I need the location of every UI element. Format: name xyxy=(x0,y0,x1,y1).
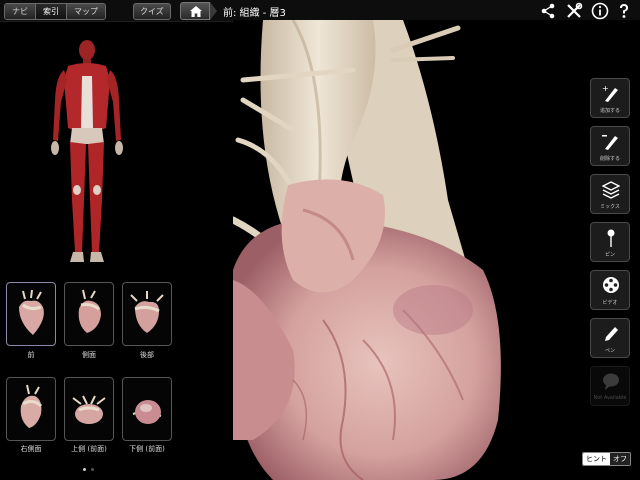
pen-icon xyxy=(605,327,618,341)
view-label-side: 側面 xyxy=(82,351,96,359)
remove-tool-button[interactable]: 削除する xyxy=(590,126,630,166)
tab-map[interactable]: マップ xyxy=(67,4,105,19)
video-tool-button[interactable]: ビデオ xyxy=(590,270,630,310)
home-button[interactable] xyxy=(180,2,210,20)
quiz-button[interactable]: クイズ xyxy=(133,3,171,20)
muscular-body-figure[interactable] xyxy=(46,40,128,265)
view-label-superior: 上側 (前面) xyxy=(71,445,107,453)
heart-front-thumbnail xyxy=(19,289,44,335)
home-icon xyxy=(190,6,202,17)
view-label-back: 後部 xyxy=(140,351,154,359)
anatomy-viewport[interactable] xyxy=(233,20,640,480)
add-tool-button[interactable]: + 追加する xyxy=(590,78,630,118)
page-dot-2[interactable] xyxy=(91,468,94,471)
view-label-right-side: 右側面 xyxy=(20,445,42,453)
view-thumb-front[interactable] xyxy=(6,282,56,346)
share-icon[interactable] xyxy=(539,2,557,20)
info-icon[interactable] xyxy=(591,2,609,20)
layers-icon xyxy=(602,181,620,199)
tab-index[interactable]: 索引 xyxy=(36,4,67,19)
remove-scalpel-icon xyxy=(602,135,618,150)
video-icon xyxy=(603,277,619,293)
view-thumb-superior[interactable] xyxy=(64,377,114,441)
pen-tool-label: ペン xyxy=(604,348,615,354)
hint-label: ヒント xyxy=(583,453,610,465)
comment-tool-button: Not Available xyxy=(590,366,630,406)
page-title: 前: 組織 - 層3 xyxy=(223,7,286,19)
heart-side-thumbnail xyxy=(78,289,101,333)
top-bar: ナビ 索引 マップ クイズ 前: 組織 - 層3 xyxy=(0,0,640,22)
heart-model[interactable] xyxy=(233,20,640,480)
heart-back-thumbnail xyxy=(130,291,164,333)
help-icon[interactable] xyxy=(615,2,633,20)
breadcrumb: 前: 組織 - 層3 xyxy=(180,2,286,20)
view-label-inferior: 下側 (前面) xyxy=(129,445,165,453)
view-panel: 前 側面 後部 右側面 上側 (前面) 下側 (前面) xyxy=(0,22,233,480)
hint-toggle[interactable]: ヒント オフ xyxy=(582,452,631,466)
svg-text:+: + xyxy=(602,84,609,93)
nav-segmented-control: ナビ 索引 マップ xyxy=(4,3,106,20)
breadcrumb-separator xyxy=(210,2,217,20)
mix-tool-button[interactable]: ミックス xyxy=(590,174,630,214)
comment-icon xyxy=(603,373,619,390)
view-thumb-inferior[interactable] xyxy=(122,377,172,441)
pin-tool-button[interactable]: ピン xyxy=(590,222,630,262)
page-indicator xyxy=(83,468,94,471)
view-label-front: 前 xyxy=(27,351,35,359)
comment-tool-label: Not Available xyxy=(593,395,627,401)
video-tool-label: ビデオ xyxy=(602,300,618,306)
remove-tool-label: 削除する xyxy=(599,156,620,162)
view-thumb-back[interactable] xyxy=(122,282,172,346)
tab-navi[interactable]: ナビ xyxy=(5,4,36,19)
pin-icon xyxy=(607,229,615,247)
pen-tool-button[interactable]: ペン xyxy=(590,318,630,358)
page-dot-1[interactable] xyxy=(83,468,86,471)
hint-state: オフ xyxy=(610,453,630,465)
add-scalpel-icon: + xyxy=(602,84,618,102)
view-thumb-right-side[interactable] xyxy=(6,377,56,441)
mix-tool-label: ミックス xyxy=(600,204,620,210)
add-tool-label: 追加する xyxy=(599,108,620,114)
heart-superior-thumbnail xyxy=(72,395,106,424)
heart-right-side-thumbnail xyxy=(20,384,43,428)
view-thumb-side[interactable] xyxy=(64,282,114,346)
pin-tool-label: ピン xyxy=(604,252,615,258)
heart-inferior-thumbnail xyxy=(132,400,162,424)
tools-icon[interactable] xyxy=(565,2,583,20)
